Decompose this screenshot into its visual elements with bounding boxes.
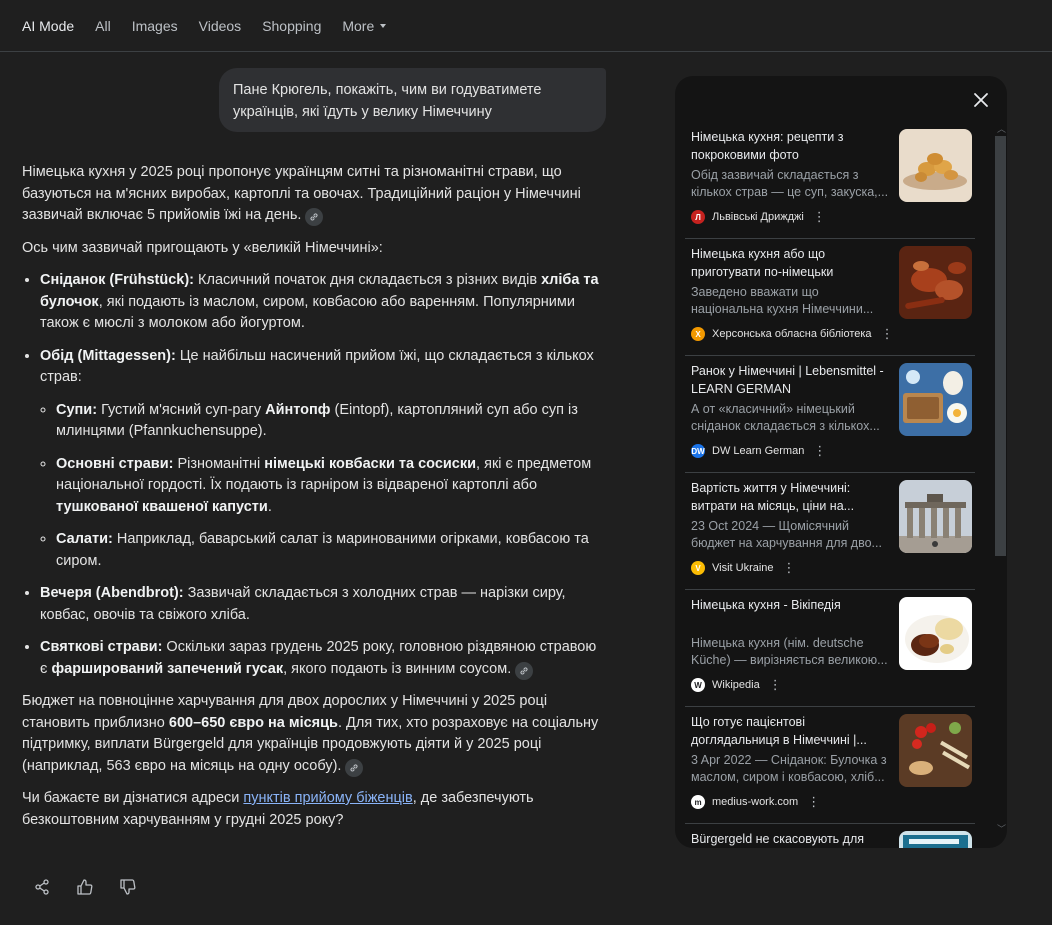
tab-more[interactable]: More [342, 18, 387, 34]
citation-link-icon[interactable] [345, 758, 364, 777]
source-meta: Л Львівські Дрижджі ⋮ [691, 209, 975, 225]
top-nav: AI Mode All Images Videos Shopping More [0, 0, 1052, 52]
list-item: Основні страви: Різноманітні німецькі ко… [56, 454, 604, 519]
scrollbar-thumb[interactable] [995, 136, 1006, 556]
source-snippet: Німецька кухня (нім. deutsche Küche) — в… [691, 636, 888, 667]
sources-list: Німецька кухня: рецепти з покроковими фо… [685, 122, 975, 848]
site-favicon-icon: V [691, 561, 705, 575]
citation-link-icon[interactable] [305, 208, 324, 226]
followup-question: Чи бажаєте ви дізнатися адреси пунктів п… [22, 790, 534, 828]
user-query-bubble: Пане Крюгель, покажіть, чим ви годуватим… [219, 68, 606, 132]
source-site: Wikipedia [712, 679, 760, 691]
scroll-up-icon[interactable]: ︿ [997, 122, 1006, 135]
list-item: Вечеря (Abendbrot): Зазвичай складається… [40, 583, 604, 626]
source-snippet: Заведено вважати що національна кухня Ні… [691, 285, 874, 316]
thumbs-down-icon[interactable] [118, 877, 138, 897]
thumbs-up-icon[interactable] [75, 877, 95, 897]
site-favicon-icon: W [691, 678, 705, 692]
source-snippet: Обід зазвичай складається з кількох стра… [691, 168, 889, 199]
caret-down-icon [380, 24, 387, 28]
panel-scrollbar[interactable]: ︿ ﹀ [990, 124, 1006, 842]
source-meta: W Wikipedia ⋮ [691, 677, 975, 693]
source-snippet: А от «класичний» німецький сніданок скла… [691, 402, 880, 433]
scroll-down-icon[interactable]: ﹀ [997, 822, 1006, 835]
source-title: Німецька кухня - Вікіпедія [691, 598, 841, 612]
source-card[interactable]: Німецька кухня або що приготувати по-нім… [685, 239, 975, 356]
refugee-points-link[interactable]: пунктів прийому біженців [243, 790, 412, 806]
source-meta: Х Херсонська обласна бібліотека ⋮ [691, 326, 975, 342]
source-meta: V Visit Ukraine ⋮ [691, 560, 975, 576]
source-title: Вартість життя у Німеччині: витрати на м… [691, 481, 855, 513]
source-thumbnail [899, 597, 972, 670]
source-site: medius-work.com [712, 796, 799, 808]
tab-videos[interactable]: Videos [199, 18, 242, 34]
source-thumbnail [899, 714, 972, 787]
source-thumbnail [899, 831, 972, 848]
source-title: Bürgergeld не скасовують для українців з… [691, 832, 865, 846]
more-options-icon[interactable]: ⋮ [813, 443, 826, 459]
source-card[interactable]: Німецька кухня: рецепти з покроковими фо… [685, 122, 975, 239]
source-card[interactable]: Що готує пацієнтові доглядальниця в Німе… [685, 707, 975, 824]
list-item: Сніданок (Frühstück): Класичний початок … [40, 270, 604, 335]
source-card[interactable]: Ранок у Німеччині | Lebensmittel - LEARN… [685, 356, 975, 473]
source-title: Ранок у Німеччині | Lebensmittel - LEARN… [691, 364, 884, 396]
source-title: Що готує пацієнтові доглядальниця в Німе… [691, 715, 867, 747]
share-icon[interactable] [32, 877, 52, 897]
site-favicon-icon: Х [691, 327, 705, 341]
site-favicon-icon: Л [691, 210, 705, 224]
source-card[interactable]: Німецька кухня - Вікіпедія Німецька кухня… [685, 590, 975, 707]
more-options-icon[interactable]: ⋮ [881, 326, 894, 342]
source-thumbnail [899, 246, 972, 319]
source-site: Visit Ukraine [712, 562, 774, 574]
close-icon[interactable] [971, 90, 991, 110]
source-thumbnail [899, 129, 972, 202]
lunch-sublist: Супи: Густий м'ясний суп-рагу Айнтопф (E… [40, 400, 604, 573]
source-site: DW Learn German [712, 445, 805, 457]
source-meta: DW DW Learn German ⋮ [691, 443, 975, 459]
source-snippet: 23 Oct 2024 — Щомісячний бюджет на харчу… [691, 519, 882, 550]
source-card[interactable]: Bürgergeld не скасовують для українців з… [685, 824, 975, 848]
meals-list: Сніданок (Frühstück): Класичний початок … [22, 270, 604, 680]
answer-lead: Ось чим зазвичай пригощають у «великій Н… [22, 239, 383, 256]
source-card[interactable]: Вартість життя у Німеччині: витрати на м… [685, 473, 975, 590]
source-thumbnail [899, 480, 972, 553]
more-options-icon[interactable]: ⋮ [807, 794, 820, 810]
site-favicon-icon: DW [691, 444, 705, 458]
list-item: Салати: Наприклад, баварський салат із м… [56, 529, 604, 572]
list-item: Святкові страви: Оскільки зараз грудень … [40, 637, 604, 680]
budget-paragraph: Бюджет на повноцінне харчування для двох… [22, 691, 604, 777]
answer-intro: Німецька кухня у 2025 році пропонує укра… [22, 162, 604, 227]
tab-ai-mode[interactable]: AI Mode [22, 18, 74, 34]
tab-shopping[interactable]: Shopping [262, 18, 321, 34]
source-thumbnail [899, 363, 972, 436]
source-snippet: 3 Apr 2022 — Сніданок: Булочка з маслом,… [691, 753, 887, 784]
citation-link-icon[interactable] [515, 661, 534, 680]
source-site: Херсонська обласна бібліотека [712, 328, 872, 340]
more-options-icon[interactable]: ⋮ [783, 560, 796, 576]
site-favicon-icon: m [691, 795, 705, 809]
tab-images[interactable]: Images [132, 18, 178, 34]
source-site: Львівські Дрижджі [712, 211, 804, 223]
more-options-icon[interactable]: ⋮ [769, 677, 782, 693]
sources-panel: Німецька кухня: рецепти з покроковими фо… [675, 76, 1007, 848]
source-title: Німецька кухня або що приготувати по-нім… [691, 247, 834, 279]
source-title: Німецька кухня: рецепти з покроковими фо… [691, 130, 844, 162]
ai-answer: Німецька кухня у 2025 році пропонує укра… [22, 162, 604, 842]
more-options-icon[interactable]: ⋮ [813, 209, 826, 225]
tab-all[interactable]: All [95, 18, 111, 34]
list-item: Обід (Mittagessen): Це найбільш насичени… [40, 346, 604, 573]
source-meta: m medius-work.com ⋮ [691, 794, 975, 810]
list-item: Супи: Густий м'ясний суп-рагу Айнтопф (E… [56, 400, 604, 443]
answer-actions [32, 877, 161, 897]
